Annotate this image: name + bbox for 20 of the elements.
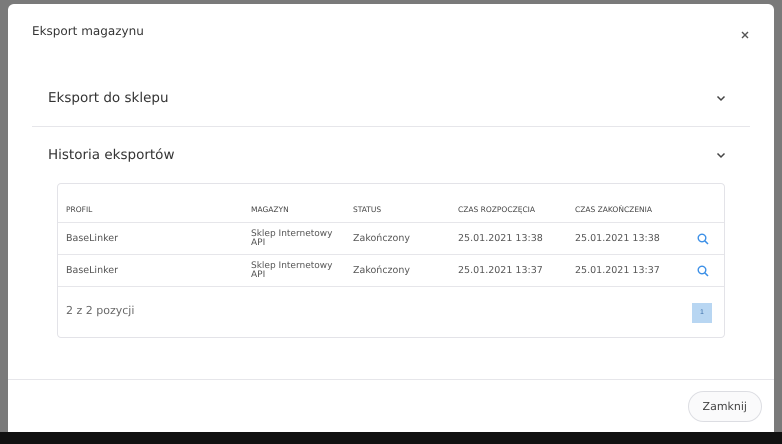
- table-cell: 25.01.2021 13:37: [458, 265, 543, 276]
- table-cell: Sklep Internetowy API: [251, 228, 332, 248]
- table-cell: 25.01.2021 13:37: [575, 265, 660, 276]
- table-cell: Zakończony: [353, 233, 410, 244]
- chevron-icon[interactable]: [716, 94, 726, 102]
- section-title[interactable]: Eksport do sklepu: [48, 90, 168, 106]
- table-cell: 25.01.2021 13:38: [458, 233, 543, 244]
- search-icon[interactable]: [697, 232, 709, 244]
- table-cell: BaseLinker: [66, 265, 118, 276]
- item-count: 2 z 2 pozycji: [66, 304, 134, 318]
- table-cell: Sklep Internetowy API: [251, 260, 332, 280]
- chevron-icon[interactable]: [716, 152, 726, 158]
- table-cell: BaseLinker: [66, 233, 118, 244]
- table-cell: Zakończony: [353, 265, 410, 276]
- close-button[interactable]: Zamknij: [688, 390, 762, 422]
- dialog-title: Eksport magazynu: [32, 24, 144, 38]
- section-title[interactable]: Historia eksportów: [48, 147, 174, 163]
- table-cell: 25.01.2021 13:38: [575, 233, 660, 244]
- search-icon[interactable]: [697, 264, 709, 276]
- close-icon[interactable]: [740, 30, 750, 40]
